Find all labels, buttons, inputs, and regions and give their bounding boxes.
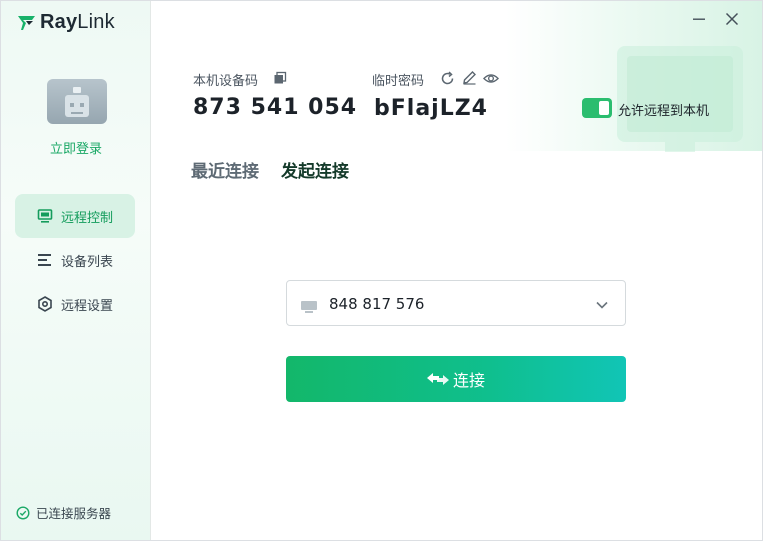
copy-button[interactable] [272, 70, 288, 86]
connect-button-label: 连接 [452, 371, 485, 390]
allow-remote-label: 允许远程到本机 [618, 104, 710, 119]
device-id-input[interactable]: 848 817 576 [329, 295, 424, 313]
sidebar-item-device-list[interactable]: 设备列表 [15, 238, 135, 282]
sidebar-item-label: 设备列表 [61, 254, 114, 270]
app-logo: RayLink [17, 11, 115, 34]
login-link[interactable]: 立即登录 [1, 138, 151, 157]
allow-remote-toggle[interactable] [582, 98, 612, 118]
computer-icon [301, 298, 317, 313]
monitor-illustration-stand [665, 142, 695, 152]
minimize-icon [693, 18, 705, 20]
minimize-button[interactable] [689, 9, 709, 29]
device-code-label: 本机设备码 [193, 74, 259, 89]
connect-arrows-icon [426, 373, 449, 385]
app-name: RayLink [40, 11, 115, 33]
close-icon [725, 12, 739, 26]
close-button[interactable] [722, 9, 742, 29]
chevron-down-icon[interactable] [595, 297, 609, 311]
sidebar-item-label: 远程控制 [61, 210, 114, 226]
monitor-illustration [617, 46, 743, 142]
temp-password-value: bFlajLZ4 [374, 96, 488, 121]
connect-button[interactable]: 连接 [286, 356, 626, 402]
device-code-value: 873 541 054 [193, 95, 358, 120]
monitor-icon [37, 208, 53, 224]
sidebar: RayLink 立即登录 远程控制 设备列表 远程设置 已连接服务器 [1, 1, 151, 540]
app-window: RayLink 立即登录 远程控制 设备列表 远程设置 已连接服务器 本机设备码… [0, 0, 763, 541]
settings-hex-icon [37, 296, 53, 312]
sidebar-item-remote-settings[interactable]: 远程设置 [15, 282, 135, 326]
copy-icon [274, 71, 287, 84]
refresh-icon [441, 70, 453, 84]
check-circle-icon [16, 505, 30, 520]
pencil-icon [462, 70, 476, 85]
raylink-logo-icon [17, 13, 37, 33]
refresh-password-button[interactable] [439, 70, 455, 86]
sidebar-item-label: 远程设置 [61, 298, 114, 314]
list-icon [37, 252, 53, 268]
sidebar-item-remote-control[interactable]: 远程控制 [15, 194, 135, 238]
server-status: 已连接服务器 [16, 503, 111, 522]
temp-password-label: 临时密码 [372, 74, 425, 89]
tab-initiate-connection[interactable]: 发起连接 [281, 157, 349, 182]
show-password-button[interactable] [483, 70, 499, 86]
device-id-combobox[interactable]: 848 817 576 [286, 280, 626, 326]
server-status-text: 已连接服务器 [36, 506, 112, 521]
edit-password-button[interactable] [461, 69, 477, 85]
eye-icon [483, 73, 499, 83]
tab-recent-connections[interactable]: 最近连接 [191, 157, 259, 182]
avatar[interactable] [47, 79, 107, 124]
